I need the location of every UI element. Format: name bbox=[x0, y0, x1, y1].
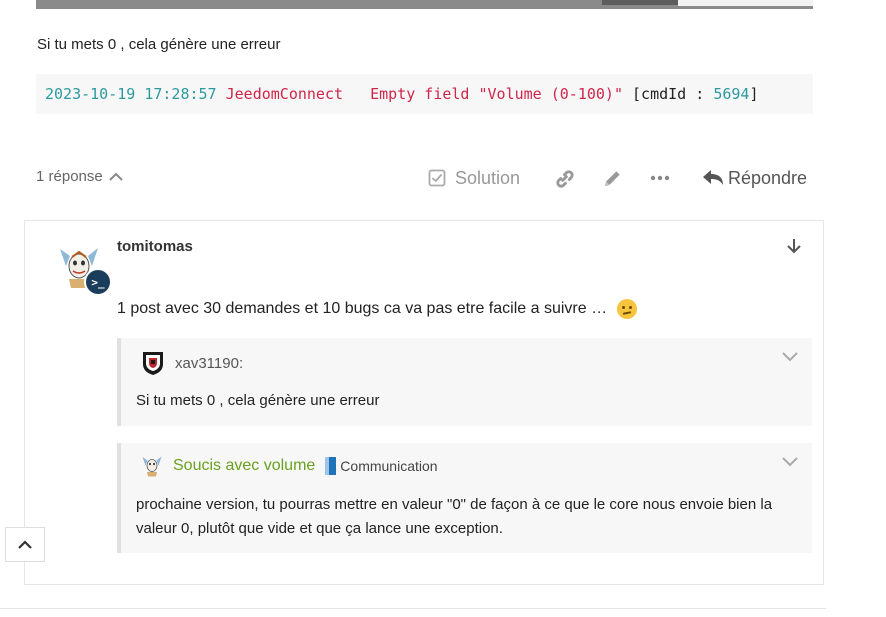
share-link-button[interactable] bbox=[554, 164, 575, 192]
category-label: Communication bbox=[340, 458, 438, 474]
pencil-icon bbox=[604, 170, 620, 186]
quote-text: prochaine version, tu pourras mettre en … bbox=[136, 496, 773, 537]
replies-toggle[interactable]: 1 réponse bbox=[36, 168, 123, 185]
image-area bbox=[678, 0, 813, 6]
checkbox-icon bbox=[428, 169, 446, 187]
quote-header: xav31190: bbox=[141, 350, 243, 376]
previous-image-bottom bbox=[36, 0, 813, 9]
reply-text: 1 post avec 30 demandes et 10 bugs ca va… bbox=[117, 299, 638, 319]
confused-emoji-icon bbox=[617, 299, 638, 319]
code-block: 2023-10-19 17:28:57 JeedomConnect Empty … bbox=[36, 74, 813, 114]
avatar[interactable] bbox=[141, 455, 163, 477]
code-cmd-close: ] bbox=[749, 85, 759, 103]
scroll-to-top-button[interactable] bbox=[5, 527, 45, 562]
code-message: Empty field "Volume (0-100)" bbox=[370, 85, 623, 103]
solution-button[interactable]: Solution bbox=[428, 164, 520, 192]
category-badge[interactable]: Communication bbox=[325, 457, 438, 475]
reply-label: Répondre bbox=[728, 167, 808, 188]
chevron-down-icon[interactable] bbox=[782, 457, 798, 467]
quote-author[interactable]: xav31190: bbox=[175, 355, 243, 372]
topic-link[interactable]: Soucis avec volume bbox=[173, 457, 315, 475]
code-cmd-id: 5694 bbox=[713, 85, 750, 103]
reply-card: >_ tomitomas 1 post avec 30 demandes et … bbox=[24, 220, 824, 585]
post-actions-bar: 1 réponse Solution Répondre bbox=[36, 164, 814, 192]
post-text: Si tu mets 0 , cela génère une erreur bbox=[37, 36, 281, 53]
edit-button[interactable] bbox=[602, 164, 623, 192]
quote-block: xav31190: Si tu mets 0 , cela génère une… bbox=[117, 338, 812, 426]
reply-button[interactable]: Répondre bbox=[702, 164, 807, 192]
more-icon bbox=[650, 175, 670, 181]
username[interactable]: tomitomas bbox=[117, 238, 193, 255]
code-timestamp: 2023-10-19 17:28:57 bbox=[45, 85, 217, 103]
link-icon bbox=[556, 169, 574, 188]
more-actions-button[interactable] bbox=[650, 164, 670, 192]
code-cmd-open: [cmdId : bbox=[632, 85, 705, 103]
terminal-badge-icon: >_ bbox=[84, 268, 112, 296]
avatar[interactable] bbox=[141, 350, 165, 376]
reply-icon bbox=[703, 170, 723, 185]
quote-text: Si tu mets 0 , cela génère une erreur bbox=[136, 392, 380, 409]
chevron-up-icon bbox=[109, 172, 123, 181]
reply-text-content: 1 post avec 30 demandes et 10 bugs ca va… bbox=[117, 300, 608, 317]
arrow-down-icon[interactable] bbox=[785, 237, 803, 255]
linked-topic-quote: Soucis avec volume Communication prochai… bbox=[117, 443, 812, 553]
chevron-down-icon[interactable] bbox=[782, 352, 798, 362]
category-color-bar-dark bbox=[329, 457, 337, 475]
image-scrollbar-thumb bbox=[602, 0, 678, 5]
code-source: JeedomConnect bbox=[225, 85, 344, 103]
quote-header: Soucis avec volume Communication bbox=[141, 455, 438, 477]
chevron-up-icon bbox=[18, 539, 32, 549]
divider bbox=[0, 608, 826, 609]
replies-label: 1 réponse bbox=[36, 168, 103, 185]
solution-label: Solution bbox=[455, 167, 521, 188]
